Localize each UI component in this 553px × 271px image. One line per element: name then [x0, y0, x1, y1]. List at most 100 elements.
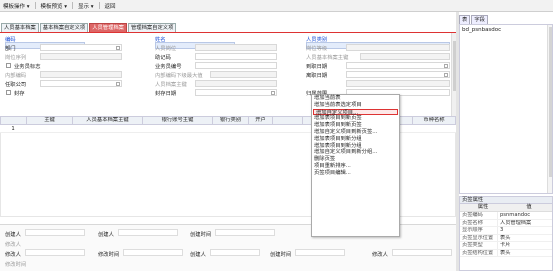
menu-item-edit-tab-items[interactable]: 页签项目编辑... — [312, 170, 399, 177]
salesman-no-field[interactable] — [195, 62, 277, 69]
leave-date-field[interactable] — [346, 71, 450, 78]
modifier-field[interactable] — [25, 249, 85, 256]
menu-item-add-table-items-new-tab[interactable]: 增加表项目到新页签 — [312, 122, 399, 129]
grid-col-currency[interactable]: 币种名称 — [413, 117, 455, 124]
right-panel-scrollbar[interactable] — [547, 25, 552, 193]
property-value[interactable]: 表头 — [498, 235, 552, 242]
properties-table: 属性 值 页签编码 psnmandoc 页签名称 人员管理档案 显示顺序 3 页… — [459, 204, 553, 271]
properties-col-value: 值 — [526, 204, 532, 210]
properties-col-attr: 属性 — [477, 204, 489, 210]
create-time-label: 创建时间 — [190, 232, 212, 238]
menu-item-add-items-new-group[interactable]: 增加表项目到新分组 — [312, 136, 399, 143]
scrollbar-thumb[interactable] — [549, 27, 552, 177]
main-toolbar: 模板操作 ▾ 模板预览 ▾ 显示 ▾ 返回 — [0, 0, 553, 12]
property-key: 页签结构位置 — [460, 249, 498, 256]
modifier-field-3[interactable] — [392, 249, 452, 256]
template-operation-menu[interactable]: 模板操作 ▾ — [3, 2, 30, 10]
calendar-icon[interactable] — [271, 91, 275, 95]
list-item[interactable]: bd_psnbasdoc — [460, 25, 552, 35]
return-button[interactable]: 返回 — [105, 2, 116, 10]
property-key: 显示顺序 — [460, 227, 498, 234]
property-key: 页签编码 — [460, 212, 498, 219]
table-row[interactable]: 显示顺序 3 — [460, 227, 552, 235]
menu-item-reorder-items[interactable]: 项目重新排序... — [312, 163, 399, 170]
entry-date-field[interactable] — [346, 62, 450, 69]
calendar-icon[interactable] — [444, 73, 448, 77]
tab-table[interactable]: 表 — [459, 15, 471, 24]
grid-col-open-account[interactable]: 开户 — [249, 117, 273, 124]
create-time-field[interactable] — [215, 229, 275, 236]
property-value[interactable]: psnmandoc — [498, 212, 552, 219]
grid-col-bank-account-pk[interactable]: 银行账号主键 — [143, 117, 213, 124]
field-label-basic-doc-pk: 人员基本档案主键 — [306, 55, 349, 61]
company-field[interactable] — [40, 80, 122, 87]
field-label-post-series: 岗位序列 — [5, 55, 27, 61]
menu-item-add-current-table[interactable]: 增加当前表 — [312, 95, 399, 102]
field-label-mnemonic: 助记码 — [155, 55, 171, 61]
property-value[interactable]: 人员管理档案 — [498, 220, 552, 227]
table-row[interactable]: 页签编码 psnmandoc — [460, 212, 552, 220]
field-label-entry-date: 到职日期 — [306, 64, 328, 70]
creator-field-3[interactable] — [210, 249, 260, 256]
template-preview-menu[interactable]: 模板预览 ▾ — [41, 2, 68, 10]
reference-icon[interactable] — [116, 82, 120, 86]
modify-time-label: 修改时间 — [98, 252, 120, 258]
table-row[interactable]: 页签名称 人员管理档案 — [460, 219, 552, 227]
create-time-field-2[interactable] — [295, 249, 345, 256]
menu-item-delete-tab[interactable]: 删除页签 — [312, 156, 399, 163]
field-label-sealed: 封存 — [14, 91, 25, 97]
field-label-post-level: 岗位等级 — [306, 46, 328, 52]
tab-management-custom-items[interactable]: 管理档案自定义项 — [127, 23, 177, 32]
sealed-date-field[interactable] — [195, 89, 277, 96]
creator-field[interactable] — [25, 229, 85, 236]
form-tabs: 人员基本档案 基本档案自定义项 人员管理档案 管理档案自定义项 — [0, 23, 458, 32]
creator-label-3: 创建人 — [190, 252, 206, 258]
menu-item-add-custom-new-tab[interactable]: 增加自定义项目到新页签... — [312, 129, 399, 136]
post-level-field — [346, 44, 450, 51]
field-label-internal-code: 内部编码 — [5, 73, 27, 79]
personnel-pk-field — [195, 80, 277, 87]
creator-label: 创建人 — [5, 232, 21, 238]
table-row[interactable]: 页签显示位置 表头 — [460, 234, 552, 242]
properties-title: 页签属性 — [459, 196, 553, 204]
creator-label-2: 创建人 — [98, 232, 114, 238]
right-panel-tabs: 表 字段 — [459, 15, 553, 24]
table-row[interactable]: 页签结构位置 表头 — [460, 249, 552, 257]
sealed-checkbox[interactable] — [6, 90, 11, 95]
grid-col-bank-type[interactable]: 银行类别 — [213, 117, 249, 124]
grid-col-pk[interactable]: 主键 — [27, 117, 73, 124]
context-menu: 增加当前表 增加当前表选定项目 增加自定义项目... 增加表项目到新页签 增加表… — [311, 94, 400, 237]
tab-field[interactable]: 字段 — [471, 15, 488, 24]
display-menu[interactable]: 显示 ▾ — [78, 2, 94, 10]
grid-col-personnel-pk[interactable]: 人员基本档案主键 — [73, 117, 143, 124]
basic-doc-pk-field — [360, 53, 450, 60]
tab-personnel-management[interactable]: 人员管理档案 — [89, 23, 127, 32]
field-label-internal-code-max: 内部编码下级最大值 — [155, 73, 203, 79]
department-field[interactable] — [40, 44, 122, 51]
tab-personnel-basic[interactable]: 人员基本档案 — [1, 23, 39, 32]
field-label-company: 任职公司 — [5, 82, 27, 88]
internal-code-max-field — [210, 71, 277, 78]
field-label-department: 部门 — [5, 46, 16, 52]
toolbar-separator — [98, 2, 100, 9]
post-field — [195, 44, 277, 51]
field-label-leave-date: 离职日期 — [306, 73, 328, 79]
modify-time-field[interactable] — [123, 249, 183, 256]
property-value[interactable]: 3 — [498, 227, 552, 234]
calendar-icon[interactable] — [444, 64, 448, 68]
property-value[interactable]: 卡片 — [498, 242, 552, 249]
table-row[interactable]: 页签类型 卡片 — [460, 242, 552, 250]
tab-basic-custom-items[interactable]: 基本档案自定义项 — [39, 23, 89, 32]
creator-field-2[interactable] — [118, 229, 178, 236]
modifier-label-2: 修改人 — [5, 252, 21, 258]
grid-col-blank[interactable] — [273, 117, 303, 124]
mnemonic-field[interactable] — [195, 53, 277, 60]
salesman-checkbox[interactable] — [6, 63, 11, 68]
menu-item-add-selected-items[interactable]: 增加当前表选定项目 — [312, 102, 399, 109]
modify-time-label-2: 修改时间 — [5, 262, 27, 268]
reference-icon[interactable] — [116, 46, 120, 50]
table-list-panel: bd_psnbasdoc — [459, 24, 553, 194]
property-value[interactable]: 表头 — [498, 250, 552, 257]
create-time-label-2: 创建时间 — [270, 252, 292, 258]
field-label-salesman: 业务员标志 — [14, 64, 41, 70]
